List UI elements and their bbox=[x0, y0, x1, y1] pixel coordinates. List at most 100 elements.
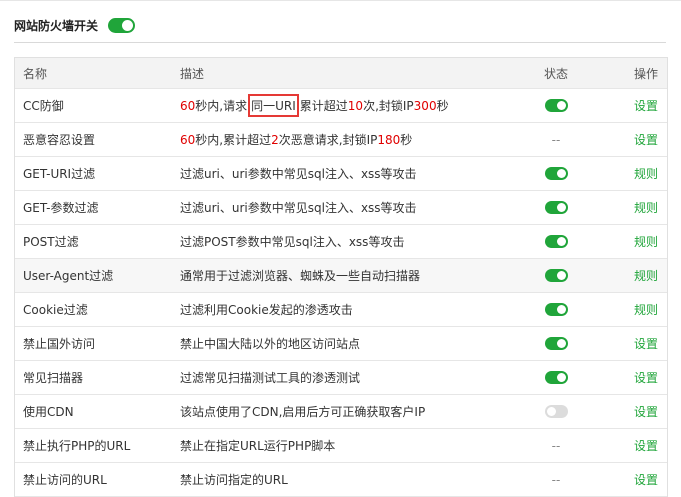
table-row-malicious-tolerance: 恶意容忍设置 60 秒内,累计超过 2 次恶意请求,封锁IP 180 秒 -- … bbox=[15, 123, 667, 157]
status-toggle[interactable] bbox=[544, 167, 568, 180]
status-placeholder: -- bbox=[551, 132, 561, 147]
time-window-value: 60 bbox=[180, 132, 196, 147]
status-toggle[interactable] bbox=[544, 405, 568, 418]
block-duration-value: 180 bbox=[377, 132, 401, 147]
toggle-knob bbox=[122, 19, 134, 31]
toggle-knob bbox=[556, 271, 566, 280]
status-toggle[interactable] bbox=[544, 99, 568, 112]
action-cell: 设置 bbox=[627, 463, 665, 496]
status-cell bbox=[530, 191, 582, 224]
rules-link[interactable]: 规则 bbox=[634, 301, 658, 318]
table-row-blocked-url: 禁止访问的URL 禁止访问指定的URL -- 设置 bbox=[15, 463, 667, 497]
request-limit-value: 10 bbox=[347, 98, 364, 113]
desc-text: 秒内,请求 bbox=[195, 99, 248, 113]
status-cell bbox=[530, 259, 582, 292]
action-cell: 设置 bbox=[627, 327, 665, 360]
column-header-desc: 描述 bbox=[180, 66, 205, 81]
status-cell: -- bbox=[530, 429, 582, 462]
rule-description: 过滤常见扫描测试工具的渗透测试 bbox=[180, 371, 361, 385]
settings-link[interactable]: 设置 bbox=[634, 97, 658, 114]
column-header-op: 操作 bbox=[633, 66, 658, 81]
header-divider bbox=[14, 42, 666, 43]
status-cell bbox=[530, 89, 582, 122]
action-cell: 设置 bbox=[627, 123, 665, 156]
rule-name: User-Agent过滤 bbox=[23, 269, 114, 283]
table-row-block-foreign-access: 禁止国外访问 禁止中国大陆以外的地区访问站点 设置 bbox=[15, 327, 667, 361]
firewall-switch-label: 网站防火墙开关 bbox=[14, 18, 99, 33]
rules-link[interactable]: 规则 bbox=[634, 165, 658, 182]
toggle-knob bbox=[556, 373, 566, 382]
rules-link[interactable]: 规则 bbox=[634, 233, 658, 250]
rule-name: 禁止访问的URL bbox=[23, 473, 107, 487]
rule-description: 过滤uri、uri参数中常见sql注入、xss等攻击 bbox=[180, 201, 417, 215]
desc-text: 累计超过 bbox=[299, 99, 348, 113]
toggle-knob bbox=[556, 339, 566, 348]
status-toggle[interactable] bbox=[544, 337, 568, 350]
settings-link[interactable]: 设置 bbox=[634, 131, 658, 148]
table-row-block-php-url: 禁止执行PHP的URL 禁止在指定URL运行PHP脚本 -- 设置 bbox=[15, 429, 667, 463]
settings-link[interactable]: 设置 bbox=[634, 403, 658, 420]
block-duration-value: 300 bbox=[413, 98, 437, 113]
rule-description: 该站点使用了CDN,启用后方可正确获取客户IP bbox=[180, 405, 426, 419]
rule-name: 禁止国外访问 bbox=[23, 337, 96, 351]
status-cell bbox=[530, 361, 582, 394]
settings-link[interactable]: 设置 bbox=[634, 369, 658, 386]
action-cell: 设置 bbox=[627, 89, 665, 122]
desc-text: 秒内,累计超过 bbox=[195, 133, 272, 147]
highlighted-text-same-uri: 同一URI bbox=[248, 94, 299, 117]
settings-link[interactable]: 设置 bbox=[634, 335, 658, 352]
status-toggle[interactable] bbox=[544, 269, 568, 282]
table-row-cookie-filter: Cookie过滤 过滤利用Cookie发起的渗透攻击 规则 bbox=[15, 293, 667, 327]
rule-description: 禁止中国大陆以外的地区访问站点 bbox=[180, 337, 361, 351]
desc-text: 秒 bbox=[436, 99, 449, 113]
status-cell bbox=[530, 293, 582, 326]
status-toggle[interactable] bbox=[544, 235, 568, 248]
rules-link[interactable]: 规则 bbox=[634, 267, 658, 284]
column-header-status: 状态 bbox=[543, 66, 568, 81]
settings-link[interactable]: 设置 bbox=[634, 437, 658, 454]
toggle-knob bbox=[556, 169, 566, 178]
status-toggle[interactable] bbox=[544, 303, 568, 316]
table-header-row: 名称 描述 状态 操作 bbox=[15, 58, 667, 89]
action-cell: 规则 bbox=[627, 157, 665, 190]
table-row-get-uri-filter: GET-URI过滤 过滤uri、uri参数中常见sql注入、xss等攻击 规则 bbox=[15, 157, 667, 191]
rule-description: 60 秒内,累计超过 2 次恶意请求,封锁IP 180 秒 bbox=[180, 123, 412, 156]
toggle-knob bbox=[556, 203, 566, 212]
rule-description: 通常用于过滤浏览器、蜘蛛及一些自动扫描器 bbox=[180, 269, 421, 283]
table-row-user-agent-filter: User-Agent过滤 通常用于过滤浏览器、蜘蛛及一些自动扫描器 规则 bbox=[15, 259, 667, 293]
rule-name: 恶意容忍设置 bbox=[23, 133, 96, 147]
action-cell: 设置 bbox=[627, 395, 665, 428]
rule-name: POST过滤 bbox=[23, 235, 79, 249]
rule-name: Cookie过滤 bbox=[23, 303, 88, 317]
rule-description: 过滤POST参数中常见sql注入、xss等攻击 bbox=[180, 235, 405, 249]
firewall-master-toggle[interactable] bbox=[108, 17, 136, 33]
table-row-use-cdn: 使用CDN 该站点使用了CDN,启用后方可正确获取客户IP 设置 bbox=[15, 395, 667, 429]
rule-description: 过滤利用Cookie发起的渗透攻击 bbox=[180, 303, 353, 317]
table-row-common-scanners: 常见扫描器 过滤常见扫描测试工具的渗透测试 设置 bbox=[15, 361, 667, 395]
rule-name: GET-参数过滤 bbox=[23, 201, 99, 215]
status-placeholder: -- bbox=[551, 472, 561, 487]
desc-text: 次恶意请求,封锁IP bbox=[278, 133, 378, 147]
action-cell: 规则 bbox=[627, 191, 665, 224]
time-window-value: 60 bbox=[180, 98, 196, 113]
request-limit-value: 2 bbox=[271, 132, 279, 147]
status-cell: -- bbox=[530, 463, 582, 496]
column-header-name: 名称 bbox=[23, 66, 48, 81]
rule-name: 常见扫描器 bbox=[23, 371, 84, 385]
status-toggle[interactable] bbox=[544, 371, 568, 384]
status-cell bbox=[530, 395, 582, 428]
rules-link[interactable]: 规则 bbox=[634, 199, 658, 216]
table-row-get-param-filter: GET-参数过滤 过滤uri、uri参数中常见sql注入、xss等攻击 规则 bbox=[15, 191, 667, 225]
status-toggle[interactable] bbox=[544, 201, 568, 214]
desc-text: 秒 bbox=[400, 133, 413, 147]
top-divider bbox=[0, 0, 681, 1]
rule-name: 使用CDN bbox=[23, 405, 74, 419]
action-cell: 规则 bbox=[627, 259, 665, 292]
status-cell bbox=[530, 225, 582, 258]
settings-link[interactable]: 设置 bbox=[634, 471, 658, 488]
toggle-knob bbox=[556, 305, 566, 314]
toggle-knob bbox=[546, 407, 556, 416]
table-row-cc-defense: CC防御 60 秒内,请求 同一URI 累计超过 10 次,封锁IP 300 秒… bbox=[15, 89, 667, 123]
rule-description: 过滤uri、uri参数中常见sql注入、xss等攻击 bbox=[180, 167, 417, 181]
toggle-knob bbox=[556, 101, 566, 110]
